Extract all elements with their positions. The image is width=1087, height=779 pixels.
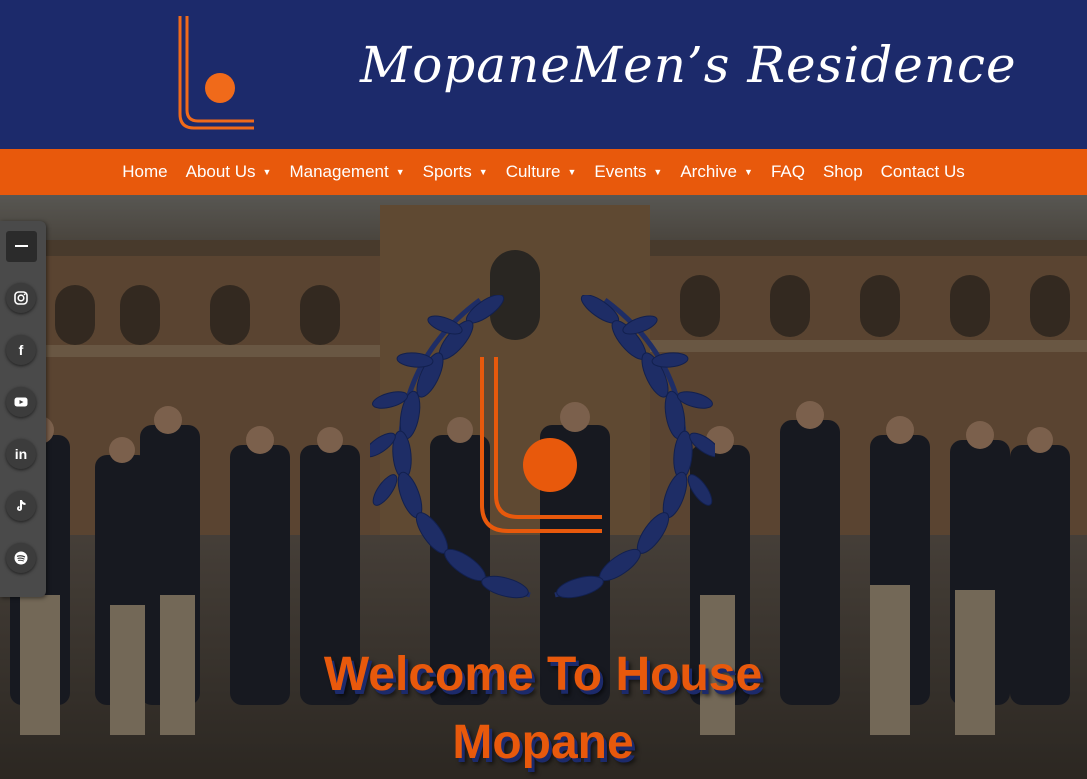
nav-faq[interactable]: FAQ xyxy=(762,162,814,182)
nav-label: Management xyxy=(289,162,389,181)
caret-down-icon: ▼ xyxy=(395,167,405,177)
welcome-heading: Welcome To House Mopane xyxy=(243,641,843,777)
caret-down-icon: ▼ xyxy=(744,167,753,177)
mopane-logo-icon[interactable] xyxy=(176,14,258,132)
site-title[interactable]: MopaneMen’s Residence xyxy=(360,36,1016,94)
nav-label: Sports xyxy=(422,162,472,181)
tiktok-icon[interactable] xyxy=(6,491,36,521)
nav-label: Contact Us xyxy=(880,162,965,181)
linkedin-glyph: in xyxy=(14,446,28,462)
nav-archive[interactable]: Archive ▼ xyxy=(671,162,762,182)
nav-management[interactable]: Management ▼ xyxy=(280,162,413,182)
instagram-icon[interactable] xyxy=(6,283,36,313)
nav-label: Culture xyxy=(505,162,561,181)
nav-label: Home xyxy=(122,162,168,181)
nav-about-us[interactable]: About Us ▼ xyxy=(177,162,281,182)
facebook-icon[interactable]: f xyxy=(6,335,36,365)
spotify-icon[interactable] xyxy=(6,543,36,573)
collapse-sidebar-button[interactable] xyxy=(6,231,37,262)
caret-down-icon: ▼ xyxy=(567,167,577,177)
youtube-icon[interactable] xyxy=(6,387,36,417)
facebook-glyph: f xyxy=(18,342,24,358)
caret-down-icon: ▼ xyxy=(478,167,488,177)
nav-label: Shop xyxy=(822,162,863,181)
nav-contact-us[interactable]: Contact Us xyxy=(872,162,974,182)
minus-icon xyxy=(15,245,28,247)
social-sidebar: f in xyxy=(0,221,46,597)
hero-section: Welcome To House Mopane xyxy=(0,195,1087,779)
main-navigation: Home About Us ▼ Management ▼ Sports ▼ Cultu… xyxy=(0,149,1087,195)
nav-label: Events xyxy=(594,162,647,181)
welcome-line-2: Mopane xyxy=(452,716,634,769)
nav-label: Archive xyxy=(680,162,738,181)
nav-sports[interactable]: Sports ▼ xyxy=(414,162,497,182)
caret-down-icon: ▼ xyxy=(653,167,663,177)
nav-home[interactable]: Home xyxy=(113,162,176,182)
welcome-line-1: Welcome To House xyxy=(323,648,763,701)
linkedin-icon[interactable]: in xyxy=(6,439,36,469)
nav-shop[interactable]: Shop xyxy=(814,162,872,182)
caret-down-icon: ▼ xyxy=(262,167,272,177)
nav-label: FAQ xyxy=(770,162,805,181)
nav-events[interactable]: Events ▼ xyxy=(585,162,671,182)
nav-culture[interactable]: Culture ▼ xyxy=(497,162,586,182)
laurel-crest-emblem xyxy=(370,295,715,599)
site-header: MopaneMen’s Residence xyxy=(0,0,1087,149)
nav-label: About Us xyxy=(185,162,256,181)
